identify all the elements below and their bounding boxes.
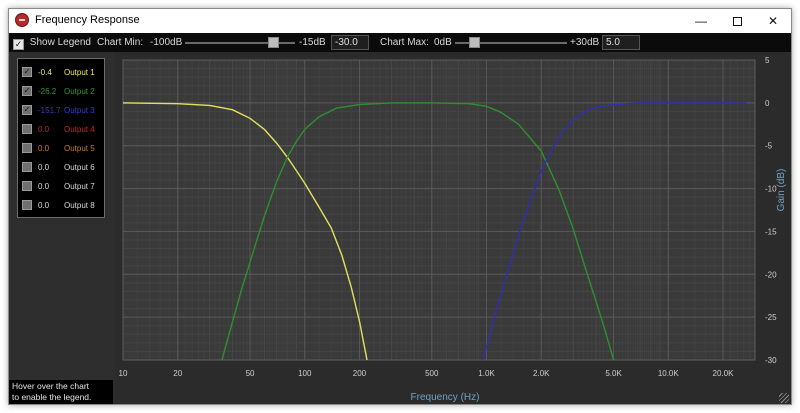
x-tick-label: 50 [246, 369, 255, 378]
legend-panel: ✓ -0.4 Output 1 ✓ -26.2 Output 2 ✓ -151.7 Output… [17, 58, 105, 218]
chart-min-slider-thumb[interactable] [268, 37, 279, 48]
legend-item[interactable]: 0.0 Output 5 [18, 139, 106, 158]
legend-item-checkbox[interactable] [22, 162, 32, 172]
chart-max-high-label: +30dB [570, 37, 600, 48]
legend-item[interactable]: ✓ -0.4 Output 1 [18, 63, 106, 82]
y-tick-label: -25 [765, 313, 777, 322]
y-tick-label: -30 [765, 356, 777, 365]
legend-item[interactable]: 0.0 Output 4 [18, 120, 106, 139]
legend-item-name: Output 3 [64, 106, 95, 115]
title-bar: Frequency Response — ✕ [9, 9, 791, 33]
legend-hint: Hover over the chart to enable the legen… [9, 380, 113, 404]
legend-item-checkbox[interactable] [22, 143, 32, 153]
chart-min-label: Chart Min: [97, 37, 144, 48]
chart-max-slider-thumb[interactable] [469, 37, 481, 48]
legend-item[interactable]: 0.0 Output 6 [18, 158, 106, 177]
close-button[interactable]: ✕ [755, 9, 791, 33]
x-axis-title: Frequency (Hz) [411, 392, 480, 403]
legend-item-checkbox[interactable] [22, 200, 32, 210]
legend-item-name: Output 4 [64, 125, 95, 134]
x-tick-label: 1.0K [478, 369, 495, 378]
legend-item-value: -26.2 [38, 87, 57, 96]
y-tick-label: 0 [765, 99, 770, 108]
show-legend-checkbox[interactable]: ✓ Show Legend [13, 36, 91, 50]
chart-max-input[interactable] [602, 35, 640, 50]
legend-item[interactable]: ✓ -26.2 Output 2 [18, 82, 106, 101]
legend-item-checkbox[interactable]: ✓ [22, 67, 32, 77]
y-tick-label: -20 [765, 270, 777, 279]
chart-min-low-label: -100dB [150, 37, 183, 48]
y-tick-label: -5 [765, 142, 773, 151]
legend-item-checkbox[interactable] [22, 181, 32, 191]
legend-hint-line1: Hover over the chart [12, 381, 90, 391]
left-panel: ✓ -0.4 Output 1 ✓ -26.2 Output 2 ✓ -151.7 Output… [9, 52, 115, 404]
legend-item-value: 0.0 [38, 125, 50, 134]
legend-item-value: 0.0 [38, 182, 50, 191]
legend-item-name: Output 5 [64, 144, 95, 153]
legend-item-value: -0.4 [38, 68, 52, 77]
window-title: Frequency Response [35, 14, 140, 26]
x-tick-label: 20 [173, 369, 182, 378]
checkbox-check-icon: ✓ [13, 39, 24, 50]
legend-item-name: Output 2 [64, 87, 95, 96]
legend-item[interactable]: ✓ -151.7 Output 3 [18, 101, 106, 120]
maximize-icon [732, 17, 742, 27]
x-tick-label: 10 [119, 369, 128, 378]
y-axis-title: Gain (dB) [776, 169, 787, 212]
x-tick-label: 100 [298, 369, 312, 378]
toolbar: ✓ Show Legend Chart Min: -100dB -15dB Ch… [9, 33, 791, 52]
x-tick-label: 10.0K [658, 369, 680, 378]
maximize-button[interactable] [719, 9, 755, 33]
legend-item-name: Output 6 [64, 163, 95, 172]
frequency-response-chart[interactable]: 50-5-10-15-20-25-3010 20 50 100 200 500 1.0K 2.… [115, 52, 791, 404]
legend-item-name: Output 7 [64, 182, 95, 191]
app-logo-icon [15, 13, 29, 27]
chart-min-high-label: -15dB [299, 37, 326, 48]
legend-item-value: -151.7 [38, 106, 61, 115]
y-tick-label: -15 [765, 227, 777, 236]
legend-hint-line2: to enable the legend. [12, 392, 92, 402]
x-tick-label: 5.0K [605, 369, 622, 378]
frequency-response-window: Frequency Response — ✕ ✓ Show Legend Cha… [8, 8, 792, 405]
legend-item-name: Output 8 [64, 201, 95, 210]
legend-item-value: 0.0 [38, 144, 50, 153]
legend-item-checkbox[interactable]: ✓ [22, 86, 32, 96]
x-tick-label: 2.0K [533, 369, 550, 378]
chart-max-label: Chart Max: [380, 37, 429, 48]
x-tick-label: 500 [425, 369, 439, 378]
y-tick-label: 5 [765, 56, 770, 65]
chart-min-input[interactable] [331, 35, 369, 50]
chart-max-low-label: 0dB [434, 37, 452, 48]
resize-grip-icon[interactable] [779, 393, 789, 403]
legend-item[interactable]: 0.0 Output 7 [18, 177, 106, 196]
legend-item-value: 0.0 [38, 163, 50, 172]
legend-item[interactable]: 0.0 Output 8 [18, 196, 106, 215]
legend-item-value: 0.0 [38, 201, 50, 210]
legend-item-name: Output 1 [64, 68, 95, 77]
minimize-button[interactable]: — [683, 9, 719, 33]
legend-item-checkbox[interactable]: ✓ [22, 105, 32, 115]
show-legend-label: Show Legend [29, 37, 91, 48]
x-tick-label: 200 [353, 369, 367, 378]
x-tick-label: 20.0K [713, 369, 735, 378]
legend-item-checkbox[interactable] [22, 124, 32, 134]
